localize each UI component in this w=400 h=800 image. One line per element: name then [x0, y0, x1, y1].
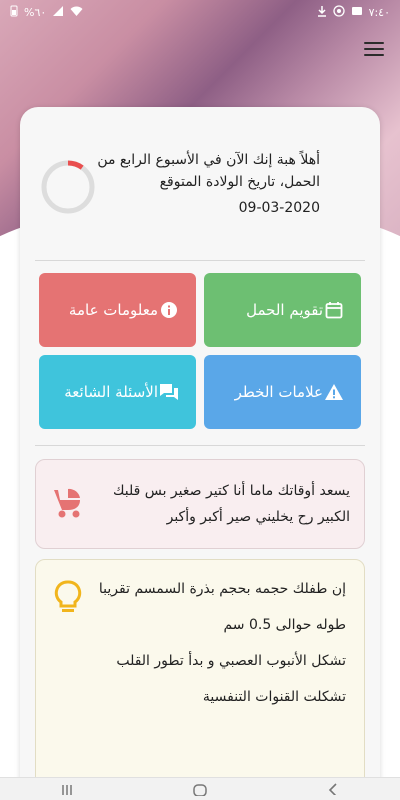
recent-apps-icon[interactable]: [47, 779, 87, 799]
stroller-icon: [54, 488, 80, 518]
hamburger-menu-icon: [364, 42, 384, 44]
battery-percent: %٦٠: [24, 5, 47, 19]
tile-label: الأسئلة الشائعة: [64, 383, 158, 401]
wifi-icon: [70, 5, 83, 20]
tile-pregnancy-calendar[interactable]: تقويم الحمل: [204, 273, 361, 347]
tile-danger-signs[interactable]: علامات الخطر: [204, 355, 361, 429]
tile-label: علامات الخطر: [234, 383, 323, 401]
tile-label: تقويم الحمل: [246, 301, 323, 319]
info-icon: [158, 299, 180, 321]
divider: [35, 260, 365, 261]
back-icon[interactable]: [313, 779, 353, 799]
home-icon[interactable]: [180, 779, 220, 799]
hamburger-line: [364, 48, 384, 50]
baby-info-list: إن طفلك حجمه بحجم بذرة السمسم تقريبا طول…: [76, 574, 346, 718]
status-left: %٦٠: [10, 5, 83, 20]
calendar-icon: [323, 299, 345, 321]
info-item: طوله حوالى 0.5 سم: [223, 617, 346, 633]
divider: [35, 445, 365, 446]
whatsapp-icon: [332, 4, 345, 20]
status-bar: %٦٠ ٧:٤٠: [0, 0, 400, 24]
tile-label: معلومات عامة: [68, 301, 158, 319]
info-item: تشكل الأنبوب العصبي و بدأ تطور القلب: [116, 653, 346, 669]
chat-icon: [158, 381, 180, 403]
download-icon: [317, 5, 327, 20]
baby-message: يسعد أوقاتك ماما أنا كتير صغير بس قلبك ا…: [112, 483, 350, 525]
signal-icon: [52, 5, 64, 20]
hamburger-line: [364, 54, 384, 56]
tile-general-info[interactable]: معلومات عامة: [39, 273, 196, 347]
menu-button[interactable]: [364, 42, 384, 58]
main-card: أهلاً هبة إنك الآن في الأسبوع الرابع من …: [20, 107, 380, 800]
clock: ٧:٤٠: [368, 5, 390, 19]
tile-faq[interactable]: الأسئلة الشائعة: [39, 355, 196, 429]
info-item: إن طفلك حجمه بحجم بذرة السمسم تقريبا: [98, 581, 346, 597]
system-nav-bar: [0, 777, 400, 800]
baby-info-card: إن طفلك حجمه بحجم بذرة السمسم تقريبا طول…: [35, 559, 365, 800]
message-icon: [351, 5, 363, 20]
status-right: ٧:٤٠: [317, 4, 390, 20]
warning-icon: [323, 381, 345, 403]
due-date: 09-03-2020: [238, 200, 320, 216]
greeting-text: أهلاً هبة إنك الآن في الأسبوع الرابع من …: [80, 149, 320, 219]
battery-icon: [10, 5, 18, 20]
baby-message-card: يسعد أوقاتك ماما أنا كتير صغير بس قلبك ا…: [35, 459, 365, 549]
info-item: تشكلت القنوات التنفسية: [202, 689, 346, 705]
greeting-message: أهلاً هبة إنك الآن في الأسبوع الرابع من …: [97, 152, 320, 190]
